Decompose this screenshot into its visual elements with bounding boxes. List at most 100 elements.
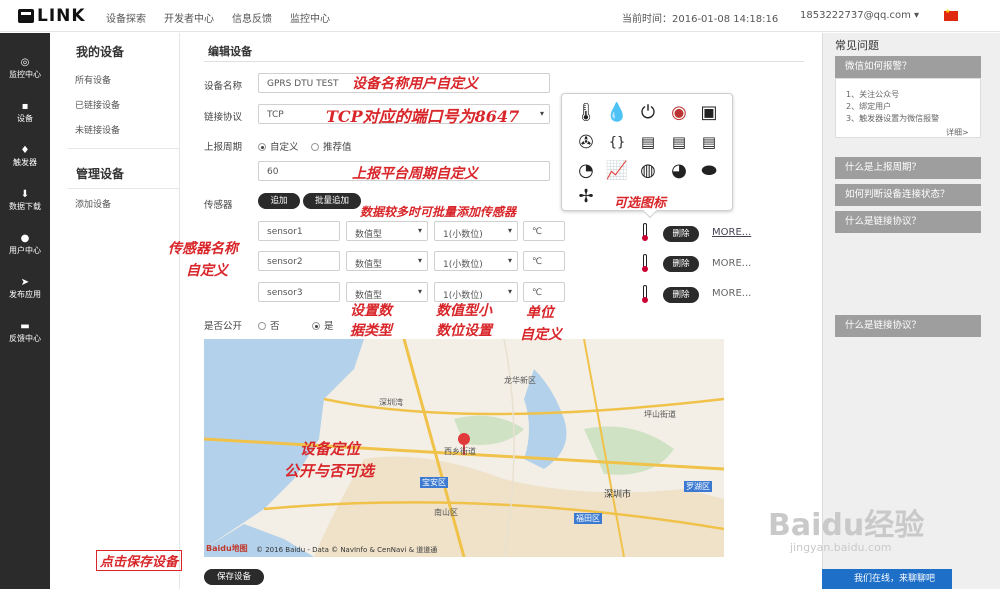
link-add-device[interactable]: 添加设备 (75, 197, 111, 210)
water-drop-icon[interactable]: 💧 (605, 100, 629, 124)
sensor-more-link[interactable]: MORE... (712, 258, 751, 269)
link-linked-devices[interactable]: 已链接设备 (75, 98, 120, 111)
faq-detail-link[interactable]: 详细> (946, 127, 969, 138)
protocol-label: 链接协议 (204, 112, 243, 123)
sensor-type-select[interactable]: 数值型 (346, 251, 428, 271)
download-icon: ⬇ (20, 189, 30, 200)
sidebar-item-feedback[interactable]: ▬ 反馈中心 (0, 311, 50, 355)
faq-step: 3、触发器设置为微信报警 (846, 114, 940, 123)
sensor-unit-input[interactable]: ℃ (523, 282, 565, 302)
sensor-more-link[interactable]: MORE... (712, 288, 751, 299)
sidebar-item-trigger[interactable]: ♦ 触发器 (0, 135, 50, 179)
delete-sensor-button[interactable]: 删除 (663, 226, 699, 242)
sidebar-item-label: 监控中心 (9, 70, 41, 79)
map-label: 深圳市 (604, 490, 632, 500)
nav-developer-center[interactable]: 开发者中心 (164, 10, 214, 25)
hard-disk-icon[interactable]: ⬬ (697, 158, 721, 182)
sensor-name-input[interactable]: sensor2 (258, 251, 340, 271)
location-map[interactable]: 深圳市 福田区 罗湖区 宝安区 南山区 龙华新区 深圳湾 西乡街道 坪山街道 B… (204, 339, 724, 557)
manage-devices-heading: 管理设备 (76, 167, 125, 181)
public-label: 是否公开 (204, 321, 243, 332)
sidebar-item-label: 发布应用 (9, 290, 41, 299)
faq-wechat-alarm[interactable]: 微信如何报警？ (835, 56, 981, 78)
annotation-icons: 可选图标 (614, 196, 667, 211)
delete-sensor-button[interactable]: 删除 (663, 256, 699, 272)
power-icon[interactable]: ⏻ (636, 100, 660, 124)
sensor-decimal-select[interactable]: 1(小数位) (434, 282, 518, 302)
compass-icon[interactable]: ◍ (636, 158, 660, 182)
sensor-label: 传感器 (204, 200, 233, 211)
sensor-more-link[interactable]: MORE... (712, 227, 751, 238)
faq-report-period[interactable]: 什么是上报周期？ (835, 157, 981, 179)
radio-label: 否 (270, 321, 280, 332)
faq-title: 常见问题 (835, 39, 879, 52)
period-custom-radio[interactable]: 自定义 (258, 139, 299, 153)
logo-mark-icon (18, 9, 34, 23)
delete-sensor-button[interactable]: 删除 (663, 287, 699, 303)
logo-text: LINK (37, 6, 86, 26)
json-icon[interactable]: {} (605, 130, 629, 154)
user-menu[interactable]: 1853222737@qq.com ▾ (800, 10, 919, 21)
wind-turbine-icon[interactable]: ✢ (574, 184, 598, 208)
sensor-name-input[interactable]: sensor3 (258, 282, 340, 302)
link-all-devices[interactable]: 所有设备 (75, 73, 111, 86)
sensor-type-select[interactable]: 数值型 (346, 282, 428, 302)
divider (68, 188, 180, 189)
logo[interactable]: LINK (18, 6, 86, 26)
dial-panel-icon[interactable]: ▤ (697, 130, 721, 154)
thermometer-icon[interactable]: 🌡 (574, 100, 598, 124)
divider (68, 148, 180, 149)
image-icon[interactable]: ▣ (697, 100, 721, 124)
nav-device-explore[interactable]: 设备探索 (106, 10, 146, 25)
link-unlinked-devices[interactable]: 未链接设备 (75, 123, 120, 136)
sensor-unit-input[interactable]: ℃ (523, 251, 565, 271)
nav-monitor-center[interactable]: 监控中心 (290, 10, 330, 25)
nav-feedback[interactable]: 信息反馈 (232, 10, 272, 25)
map-copyright: © 2016 Baidu - Data © NavInfo & CenNavi … (256, 546, 438, 554)
sensor-decimal-select[interactable]: 1(小数位) (434, 251, 518, 271)
meter-icon[interactable]: ▤ (636, 130, 660, 154)
sidebar-item-download[interactable]: ⬇ 数据下载 (0, 179, 50, 223)
sensor-decimal-select[interactable]: 1(小数位) (434, 221, 518, 241)
sidebar-item-publish[interactable]: ➤ 发布应用 (0, 267, 50, 311)
online-chat-button[interactable]: 我们在线，来聊聊吧 (822, 569, 952, 589)
faq-connection-status[interactable]: 如何判断设备连接状态？ (835, 184, 981, 206)
divider (204, 61, 804, 62)
period-recommend-radio[interactable]: 推荐值 (311, 139, 352, 153)
speedometer-icon[interactable]: ◔ (574, 158, 598, 182)
select-value: 1(小数位) (443, 260, 483, 270)
thermometer-icon[interactable] (642, 285, 648, 303)
location-pin-icon[interactable]: ◉ (667, 100, 691, 124)
film-reel-icon[interactable]: ✇ (574, 130, 598, 154)
send-icon: ➤ (20, 277, 30, 288)
annotation-decimal-1: 数值型小 (436, 303, 492, 319)
sidebar-item-device[interactable]: ▪ 设备 (0, 91, 50, 135)
sidebar: ◎ 监控中心 ▪ 设备 ♦ 触发器 ⬇ 数据下载 ● 用户中心 ➤ 发布应用 ▬… (0, 33, 50, 589)
annotation-type-2: 据类型 (350, 323, 392, 339)
faq-step: 1、关注公众号 (846, 90, 900, 99)
public-no-radio[interactable]: 否 (258, 318, 280, 332)
faq-link-protocol[interactable]: 什么是链接协议？ (835, 211, 981, 233)
gauge-icon[interactable]: ◕ (667, 158, 691, 182)
save-device-button[interactable]: 保存设备 (204, 569, 264, 585)
line-chart-icon[interactable]: 📈 (605, 158, 629, 182)
sensor-unit-input[interactable]: ℃ (523, 221, 565, 241)
sidebar-item-user[interactable]: ● 用户中心 (0, 223, 50, 267)
map-label: 宝安区 (420, 477, 448, 488)
sensor-name-input[interactable]: sensor1 (258, 221, 340, 241)
radio-unchecked-icon (311, 143, 319, 151)
user-icon: ● (20, 233, 30, 244)
top-bar: LINK 设备探索 开发者中心 信息反馈 监控中心 当前时间：2016-01-0… (0, 0, 1000, 32)
radio-unchecked-icon (258, 322, 266, 330)
public-yes-radio[interactable]: 是 (312, 318, 334, 332)
thermometer-icon[interactable] (642, 223, 648, 241)
batch-add-sensor-button[interactable]: 批量追加 (303, 193, 361, 209)
sensor-type-select[interactable]: 数值型 (346, 221, 428, 241)
add-sensor-button[interactable]: 追加 (258, 193, 300, 209)
faq-link-protocol-2[interactable]: 什么是链接协议？ (835, 315, 981, 337)
gauge-panel-icon[interactable]: ▤ (667, 130, 691, 154)
bell-icon: ♦ (20, 145, 30, 156)
thermometer-icon[interactable] (642, 254, 648, 272)
sidebar-item-monitor[interactable]: ◎ 监控中心 (0, 47, 50, 91)
china-flag-icon[interactable] (944, 8, 958, 21)
